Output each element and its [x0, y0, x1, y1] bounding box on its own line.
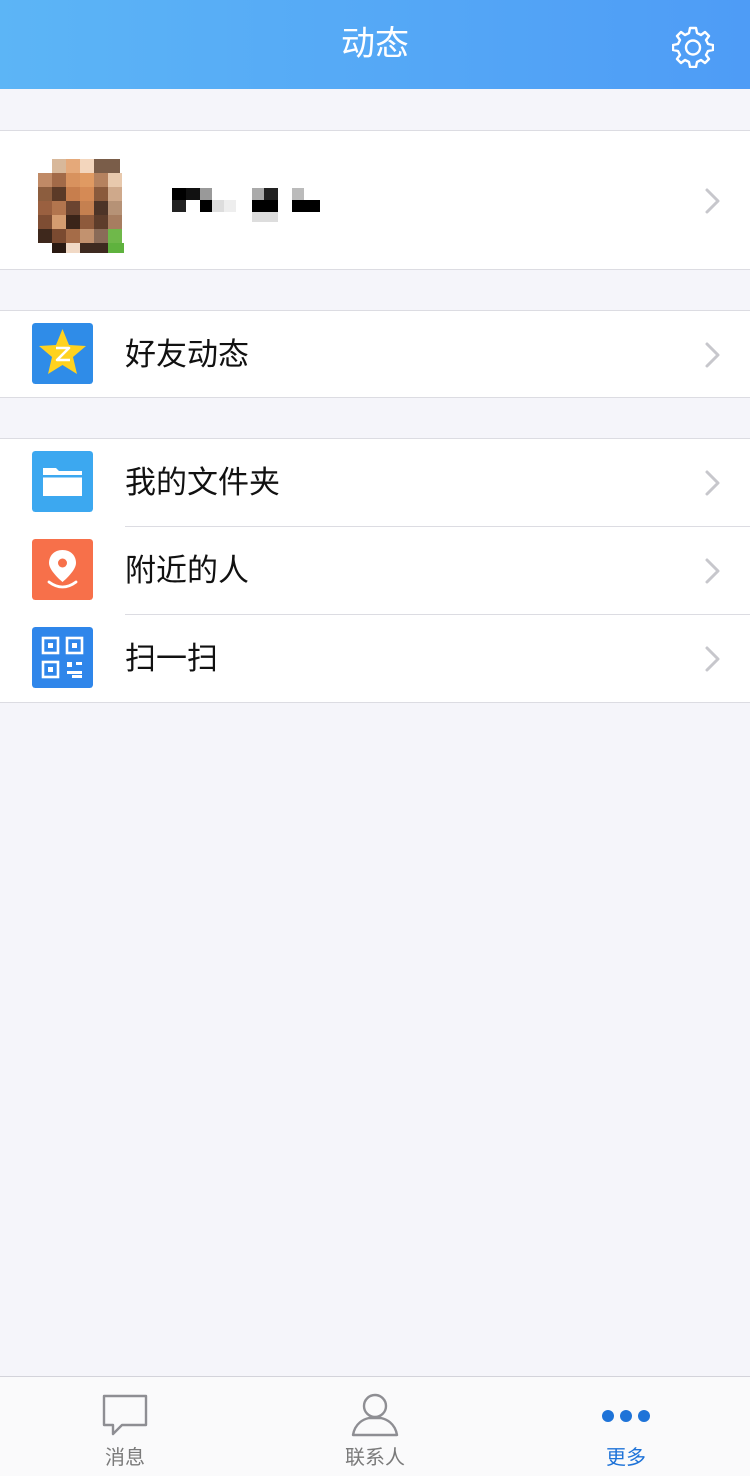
menu-item-label: 扫一扫	[125, 641, 218, 677]
menu-item-my-folder[interactable]: 我的文件夹	[0, 439, 750, 527]
tab-label: 更多	[606, 1445, 646, 1469]
chevron-right-icon	[705, 470, 720, 496]
tab-contacts[interactable]: 联系人	[300, 1377, 450, 1476]
menu-item-label: 附近的人	[125, 553, 249, 589]
menu-item-label: 我的文件夹	[125, 465, 280, 501]
chat-bubble-icon	[102, 1394, 148, 1436]
tab-messages[interactable]: 消息	[50, 1377, 200, 1476]
menu-item-scan[interactable]: 扫一扫	[0, 615, 750, 703]
menu-item-friends-feed[interactable]: 好友动态	[0, 311, 750, 399]
app-screen: 动态 好友动态 我的文件夹 附近的人 扫一扫 消息 联系人 更多	[0, 0, 750, 1476]
top-navigation-bar: 动态	[0, 0, 750, 89]
more-dots-icon	[602, 1410, 650, 1422]
menu-item-label: 好友动态	[125, 337, 249, 373]
chevron-right-icon	[705, 558, 720, 584]
tab-label: 联系人	[345, 1445, 405, 1469]
chevron-right-icon	[705, 188, 720, 214]
bottom-tab-bar: 消息 联系人 更多	[0, 1376, 750, 1476]
gear-icon[interactable]	[672, 26, 714, 68]
person-icon	[351, 1393, 399, 1437]
chevron-right-icon	[705, 646, 720, 672]
page-title: 动态	[341, 24, 409, 64]
qzone-star-icon	[32, 323, 93, 384]
chevron-right-icon	[705, 342, 720, 368]
profile-row[interactable]	[0, 130, 750, 270]
menu-item-nearby-people[interactable]: 附近的人	[0, 527, 750, 615]
tab-label: 消息	[105, 1445, 145, 1469]
tools-section: 我的文件夹 附近的人 扫一扫	[0, 438, 750, 703]
friends-feed-section: 好友动态	[0, 310, 750, 398]
profile-name	[172, 188, 320, 222]
qr-code-icon	[32, 627, 93, 688]
location-pin-icon	[32, 539, 93, 600]
folder-icon	[32, 451, 93, 512]
avatar	[38, 159, 124, 253]
tab-more[interactable]: 更多	[551, 1377, 701, 1476]
